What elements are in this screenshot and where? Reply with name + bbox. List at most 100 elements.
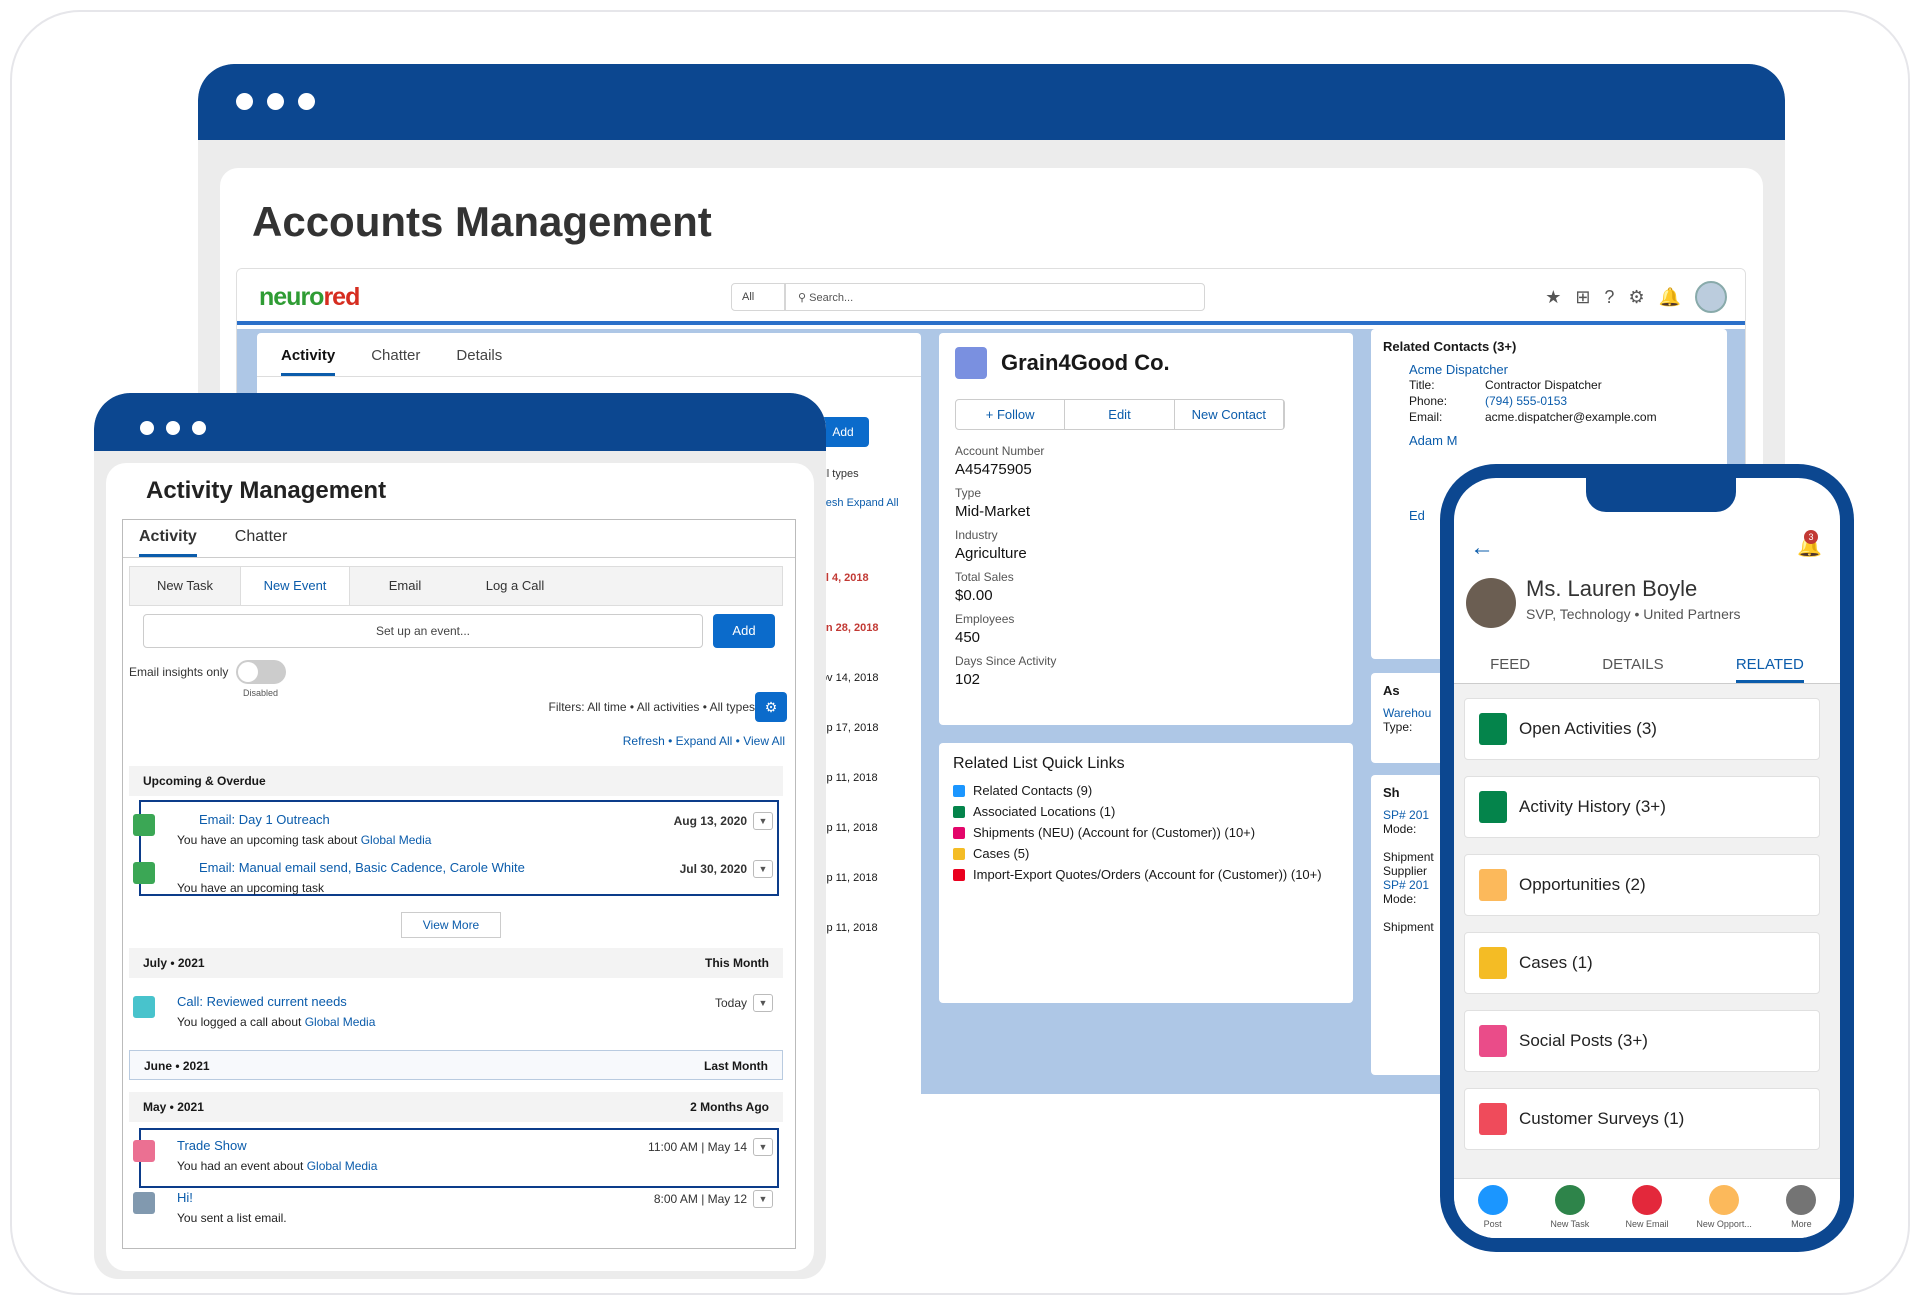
- tab-chatter[interactable]: Chatter: [371, 347, 420, 376]
- tab-related[interactable]: RELATED: [1736, 648, 1804, 683]
- tab-new-task[interactable]: New Task: [130, 567, 240, 605]
- history-icon: [1479, 791, 1507, 823]
- avatar[interactable]: [1695, 281, 1727, 313]
- page-title: Accounts Management: [252, 198, 712, 246]
- tab-activity[interactable]: Activity: [139, 528, 197, 557]
- list-item[interactable]: Hi! 8:00 AM | May 12▼ You sent a list em…: [139, 1190, 779, 1225]
- quick-link[interactable]: Import-Export Quotes/Orders (Account for…: [953, 867, 1339, 882]
- contact-link[interactable]: Adam M: [1409, 433, 1715, 448]
- gear-icon[interactable]: ⚙: [1628, 287, 1644, 308]
- phone-device: ← 🔔 3 Ms. Lauren Boyle SVP, Technology •…: [1440, 464, 1854, 1252]
- contact-name: Ms. Lauren Boyle: [1526, 576, 1697, 602]
- gear-icon[interactable]: ⚙: [755, 692, 787, 722]
- phone-screen: ← 🔔 3 Ms. Lauren Boyle SVP, Technology •…: [1454, 478, 1840, 1238]
- list-item[interactable]: Trade Show 11:00 AM | May 14▼ You had an…: [139, 1138, 779, 1173]
- tab-feed[interactable]: FEED: [1490, 648, 1530, 683]
- quick-link[interactable]: Related Contacts (9): [953, 783, 1339, 798]
- related-list: Open Activities (3) Activity History (3+…: [1454, 684, 1840, 1178]
- calendar-icon: [133, 1140, 155, 1162]
- list-item[interactable]: Email: Day 1 Outreach Aug 13, 2020▼ You …: [139, 812, 779, 847]
- tab-new-event[interactable]: New Event: [240, 567, 350, 605]
- tab-details[interactable]: Details: [456, 347, 502, 376]
- quick-link[interactable]: Shipments (NEU) (Account for (Customer))…: [953, 825, 1339, 840]
- action-bar: Post New Task New Email New Opport... Mo…: [1454, 1178, 1840, 1238]
- chevron-down-icon[interactable]: ▼: [753, 1138, 773, 1156]
- notification-badge: 3: [1804, 530, 1818, 544]
- event-input[interactable]: Set up an event...: [143, 614, 703, 648]
- refresh-links[interactable]: Refresh • Expand All • View All: [623, 734, 785, 748]
- list-item[interactable]: Email: Manual email send, Basic Cadence,…: [139, 860, 779, 895]
- quick-link[interactable]: Cases (5): [953, 846, 1339, 861]
- record-tabs: Activity Chatter Details: [257, 333, 921, 377]
- list-item[interactable]: Opportunities (2): [1464, 854, 1820, 916]
- new-task-button[interactable]: New Task: [1533, 1179, 1607, 1238]
- follow-button[interactable]: + Follow: [956, 400, 1065, 429]
- new-email-button[interactable]: New Email: [1610, 1179, 1684, 1238]
- toggle-status: Disabled: [243, 688, 278, 698]
- tab-email[interactable]: Email: [350, 567, 460, 605]
- chevron-down-icon[interactable]: ▼: [753, 812, 773, 830]
- add-button[interactable]: Add: [713, 614, 775, 648]
- tab-log-a-call[interactable]: Log a Call: [460, 567, 570, 605]
- search-input[interactable]: ⚲ Search...: [785, 283, 1205, 311]
- list-item[interactable]: Activity History (3+): [1464, 776, 1820, 838]
- toggle-switch[interactable]: [236, 660, 286, 684]
- survey-icon: [1479, 1103, 1507, 1135]
- back-arrow-icon[interactable]: ←: [1470, 534, 1494, 562]
- tab-chatter[interactable]: Chatter: [235, 528, 287, 557]
- edit-button[interactable]: Edit: [1065, 400, 1174, 429]
- chevron-down-icon[interactable]: ▼: [753, 1190, 773, 1208]
- section-upcoming[interactable]: Upcoming & Overdue: [129, 766, 783, 796]
- list-item[interactable]: Customer Surveys (1): [1464, 1088, 1820, 1150]
- section-june[interactable]: June • 2021Last Month: [129, 1050, 783, 1080]
- bell-icon[interactable]: 🔔: [1659, 287, 1681, 308]
- quick-link[interactable]: Associated Locations (1): [953, 804, 1339, 819]
- call-icon: [133, 996, 155, 1018]
- email-insights-toggle[interactable]: Email insights only: [129, 660, 286, 684]
- contact-link[interactable]: Acme Dispatcher: [1409, 362, 1715, 377]
- list-item[interactable]: Call: Reviewed current needs Today▼ You …: [139, 994, 779, 1029]
- composer-tabs: New Task New Event Email Log a Call: [129, 566, 783, 606]
- more-button[interactable]: More: [1764, 1179, 1838, 1238]
- quick-links-title: Related List Quick Links: [953, 755, 1339, 773]
- header-icons: ★ ⊞? ⚙ 🔔: [1545, 281, 1727, 313]
- phone-tabs: FEED DETAILS RELATED: [1454, 648, 1840, 684]
- chevron-down-icon[interactable]: ▼: [753, 994, 773, 1012]
- social-icon: [1479, 1025, 1507, 1057]
- list-item[interactable]: Social Posts (3+): [1464, 1010, 1820, 1072]
- activity-card: Activity Management Activity Chatter New…: [106, 463, 814, 1271]
- field-industry: IndustryAgriculture: [939, 520, 1353, 562]
- section-may[interactable]: May • 20212 Months Ago: [129, 1092, 783, 1122]
- chevron-down-icon[interactable]: ▼: [753, 860, 773, 878]
- list-item[interactable]: Cases (1): [1464, 932, 1820, 994]
- search-icon: ⚲: [798, 292, 809, 304]
- search-scope-select[interactable]: All: [731, 283, 785, 311]
- account-panel: Grain4Good Co. + Follow Edit New Contact…: [939, 333, 1353, 725]
- list-item[interactable]: Open Activities (3): [1464, 698, 1820, 760]
- section-july[interactable]: July • 2021This Month: [129, 948, 783, 978]
- tab-activity[interactable]: Activity: [281, 347, 335, 376]
- account-header: Grain4Good Co.: [939, 333, 1353, 393]
- activity-panel: Activity Chatter New Task New Event Emai…: [122, 519, 796, 1249]
- phone-notch: [1586, 478, 1736, 512]
- activity-tabs: Activity Chatter: [123, 520, 795, 558]
- activity-title: Activity Management: [146, 477, 386, 505]
- contact-role: SVP, Technology • United Partners: [1526, 606, 1741, 622]
- account-icon: [955, 347, 987, 379]
- new-contact-button[interactable]: New Contact: [1175, 400, 1284, 429]
- case-icon: [1479, 947, 1507, 979]
- account-actions: + Follow Edit New Contact: [955, 399, 1285, 430]
- window-titlebar: [198, 64, 1785, 140]
- field-account-number: Account NumberA45475905: [939, 436, 1353, 478]
- phone-link[interactable]: (794) 555-0153: [1485, 393, 1567, 409]
- window-dots-icon: [140, 421, 206, 435]
- post-button[interactable]: Post: [1456, 1179, 1530, 1238]
- list-email-icon: [133, 1192, 155, 1214]
- tab-details[interactable]: DETAILS: [1602, 648, 1663, 683]
- favorites-icon[interactable]: ★: [1545, 287, 1561, 308]
- logo: neurored: [259, 283, 359, 312]
- new-opportunity-button[interactable]: New Opport...: [1687, 1179, 1761, 1238]
- help-icon[interactable]: ?: [1604, 287, 1614, 308]
- add-icon[interactable]: ⊞: [1575, 287, 1590, 308]
- view-more-button[interactable]: View More: [401, 912, 501, 938]
